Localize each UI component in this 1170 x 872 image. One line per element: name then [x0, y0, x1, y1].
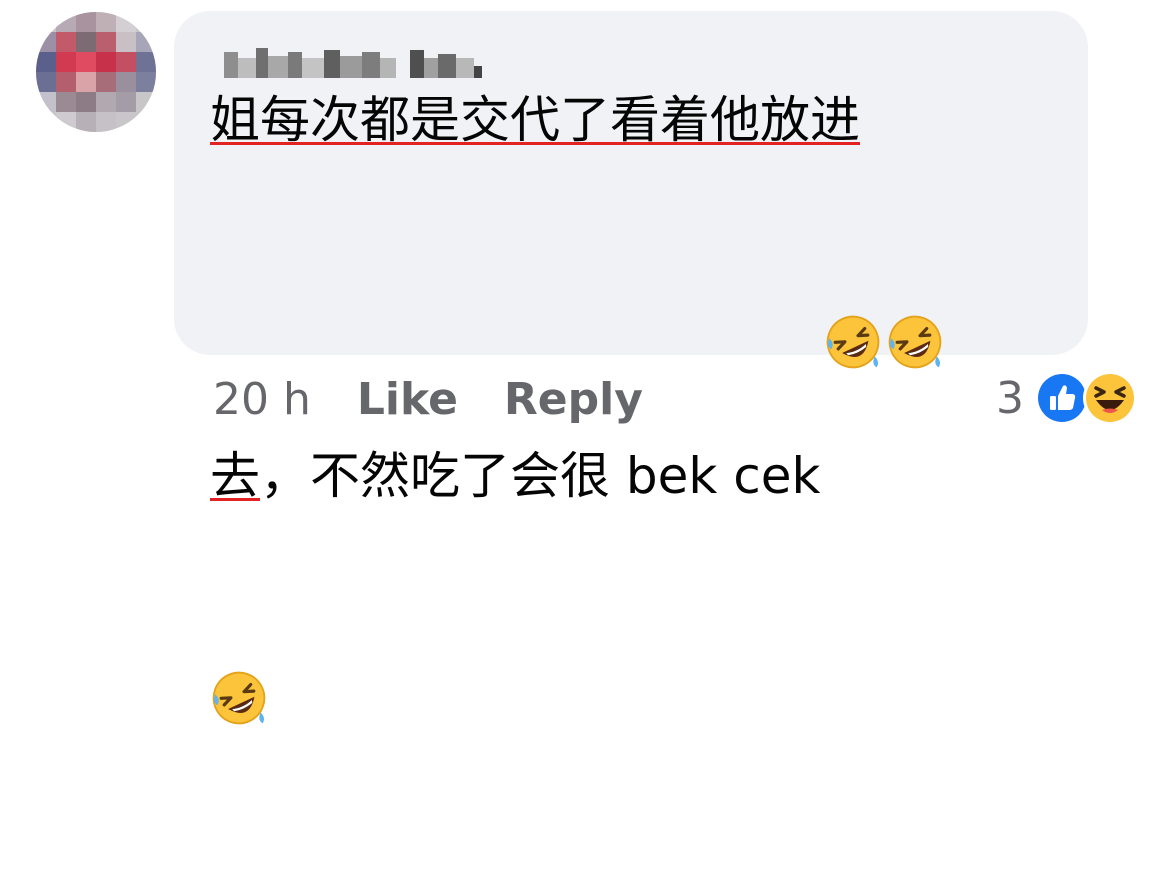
- commenter-avatar[interactable]: [36, 12, 156, 132]
- comment-author-name[interactable]: Chin Kai Lim: [224, 44, 486, 80]
- redacted-name-icon: [224, 48, 482, 78]
- rolling-laughing-emoji-icon: [210, 515, 268, 725]
- comment-text-line2-rest: ，不然吃了会很 bek cek: [260, 447, 821, 505]
- rolling-laughing-emoji-icon: [824, 159, 882, 369]
- comment-text-line1: 姐每次都是交代了看着他放进: [210, 91, 860, 149]
- rolling-laughing-emoji-icon: [886, 159, 944, 369]
- haha-reaction-icon: [1082, 370, 1138, 426]
- comment-text-line2-start: 去: [210, 447, 260, 505]
- comment-text: 姐每次都是交代了看着他放进 去，不然吃了会很 bek cek: [210, 82, 1070, 871]
- reaction-count: 3: [996, 372, 1024, 424]
- reaction-summary[interactable]: 3: [996, 370, 1138, 426]
- like-button[interactable]: Like: [357, 374, 458, 425]
- comment-timestamp[interactable]: 20 h: [213, 374, 311, 425]
- reply-button[interactable]: Reply: [504, 374, 643, 425]
- comment-actions: 20 h Like Reply: [213, 374, 643, 426]
